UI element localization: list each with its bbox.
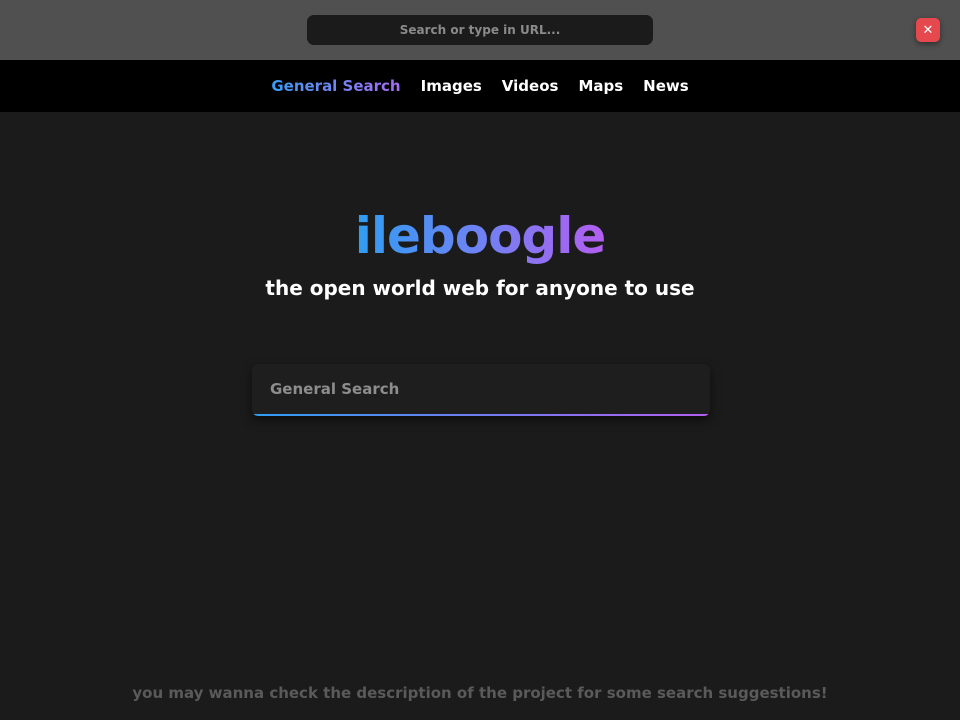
close-button[interactable]: ✕: [916, 18, 940, 42]
footer-hint: you may wanna check the description of t…: [132, 684, 828, 702]
top-navigation: General Search Images Videos Maps News: [0, 60, 960, 112]
search-box: [252, 364, 710, 416]
browser-toolbar: Search or type in URL... ✕: [0, 0, 960, 60]
url-bar[interactable]: Search or type in URL...: [307, 15, 653, 45]
site-tagline: the open world web for anyone to use: [265, 276, 695, 300]
site-logo-text: ileboogle: [354, 207, 607, 265]
search-underline: [252, 414, 710, 416]
nav-item-videos[interactable]: Videos: [502, 77, 559, 95]
url-bar-placeholder: Search or type in URL...: [399, 23, 561, 37]
search-input[interactable]: [252, 364, 710, 414]
nav-item-images[interactable]: Images: [421, 77, 482, 95]
site-logo: ileboogle: [0, 206, 960, 266]
nav-item-general-search[interactable]: General Search: [271, 77, 400, 95]
nav-item-news[interactable]: News: [643, 77, 689, 95]
nav-item-maps[interactable]: Maps: [578, 77, 623, 95]
close-icon: ✕: [922, 22, 934, 38]
